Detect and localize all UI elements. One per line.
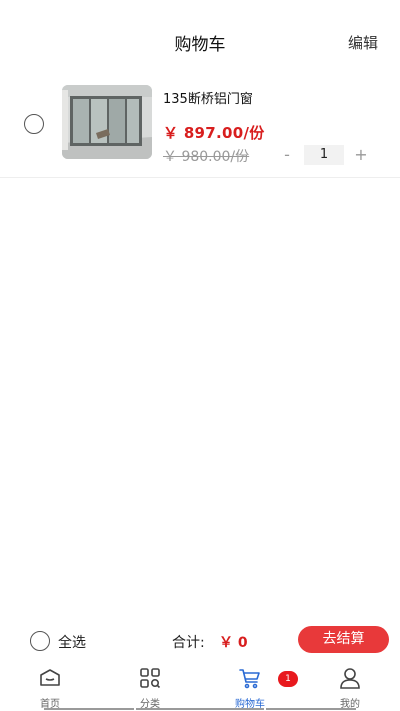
increase-button[interactable]: + (350, 145, 372, 165)
cart-count-badge: 1 (278, 671, 298, 687)
tab-category[interactable]: 分类 (110, 662, 190, 711)
original-price: ￥ 980.00/份 (163, 149, 250, 165)
cart-icon (239, 669, 260, 689)
page-title: 购物车 (174, 35, 226, 55)
user-icon (340, 668, 360, 689)
product-name[interactable]: 135断桥铝门窗 (163, 88, 253, 107)
total-value: ￥ 0 (219, 635, 248, 651)
tab-divider (44, 708, 134, 710)
category-icon (140, 668, 161, 689)
select-all-radio[interactable] (30, 631, 50, 651)
select-all-label[interactable]: 全选 (58, 632, 86, 652)
product-image[interactable] (62, 85, 152, 159)
tab-mine[interactable]: 我的 (310, 662, 390, 711)
tab-divider (136, 708, 264, 710)
checkout-bar: 全选 合计: ￥ 0 去结算 (0, 624, 400, 658)
product-price: ￥ 897.00/份 (163, 124, 265, 142)
total-label: 合计: (172, 635, 205, 651)
item-select-radio[interactable] (24, 114, 44, 134)
decrease-button[interactable]: - (276, 145, 298, 165)
quantity-stepper: - 1 + (276, 145, 372, 165)
quantity-input[interactable]: 1 (304, 145, 344, 165)
header: 购物车 编辑 (0, 0, 400, 84)
tab-bar: 首页 分类 购物车 我的 1 (0, 662, 400, 711)
cart-item: 135断桥铝门窗 ￥ 897.00/份 ￥ 980.00/份 - 1 + (0, 84, 400, 178)
tab-divider (266, 708, 356, 710)
tab-cart[interactable]: 购物车 (210, 662, 290, 711)
edit-button[interactable]: 编辑 (348, 32, 378, 53)
checkout-button[interactable]: 去结算 (298, 626, 389, 653)
tab-home[interactable]: 首页 (10, 662, 90, 711)
home-icon (40, 669, 60, 686)
